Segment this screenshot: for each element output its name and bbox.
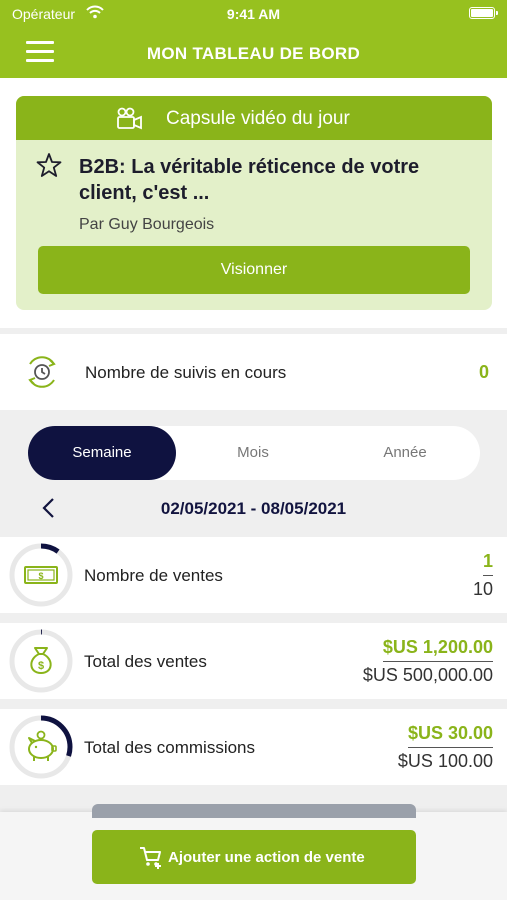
metric-target: $US 100.00: [397, 751, 493, 771]
followups-count: 0: [478, 362, 489, 382]
followups-label: Nombre de suivis en cours: [85, 363, 287, 382]
video-section: Capsule vidéo du jour B2B: La véritable …: [0, 78, 507, 328]
progress-ring: $: [9, 629, 73, 693]
svg-text:$: $: [38, 660, 44, 672]
progress-ring: $: [9, 543, 73, 607]
video-capsule-card: Capsule vidéo du jour B2B: La véritable …: [16, 96, 492, 310]
page-title: MON TABLEAU DE BORD: [146, 44, 361, 63]
metric-row-commissions: Total des commissions $US 30.00 $US 100.…: [0, 709, 507, 785]
metric-value: $US 1,200.00: [382, 637, 493, 662]
date-navigation: 02/05/2021 - 08/05/2021: [0, 490, 507, 526]
status-bar: Opérateur 9:41 AM: [0, 0, 507, 26]
add-sale-action-button[interactable]: Ajouter une action de vente: [92, 830, 416, 884]
metric-value: $US 30.00: [407, 723, 493, 748]
svg-text:$: $: [38, 571, 43, 581]
video-author: Par Guy Bourgeois: [79, 216, 215, 233]
app-header: MON TABLEAU DE BORD: [0, 26, 507, 78]
video-card-title: Capsule vidéo du jour: [166, 108, 350, 129]
watch-button[interactable]: Visionner: [38, 246, 470, 294]
metric-label: Total des commissions: [84, 738, 256, 757]
cash-icon: $: [24, 566, 58, 584]
tab-semaine[interactable]: Semaine: [28, 426, 176, 480]
background-card-edge: [92, 804, 416, 818]
metric-row-sales-count: $ Nombre de ventes 1 10: [0, 537, 507, 613]
period-tabs: Semaine Mois Année: [28, 426, 480, 480]
metric-label: Total des ventes: [84, 652, 207, 671]
piggy-bank-icon: [28, 730, 57, 761]
status-time: 9:41 AM: [226, 6, 281, 22]
add-sale-label: Ajouter une action de vente: [168, 849, 365, 866]
followups-row[interactable]: Nombre de suivis en cours 0: [0, 334, 507, 410]
tab-annee[interactable]: Année: [330, 426, 480, 480]
video-title[interactable]: B2B: La véritable réticence de votre cli…: [79, 154, 469, 206]
progress-ring: [9, 715, 73, 779]
battery-icon: [469, 7, 498, 19]
star-icon[interactable]: [36, 152, 62, 178]
video-card-header: Capsule vidéo du jour: [16, 96, 492, 140]
metric-value: 1: [482, 551, 493, 576]
metric-label: Nombre de ventes: [84, 566, 223, 585]
metric-row-total-sales: $ Total des ventes $US 1,200.00 $US 500,…: [0, 623, 507, 699]
cart-plus-icon: [140, 847, 161, 869]
money-bag-icon: $: [30, 647, 52, 675]
date-range: 02/05/2021 - 08/05/2021: [160, 499, 347, 518]
tab-mois[interactable]: Mois: [178, 426, 328, 480]
video-camera-icon: [117, 107, 142, 130]
metric-target: 10: [472, 579, 493, 599]
followup-clock-icon: [28, 356, 56, 388]
metric-target: $US 500,000.00: [362, 665, 493, 685]
